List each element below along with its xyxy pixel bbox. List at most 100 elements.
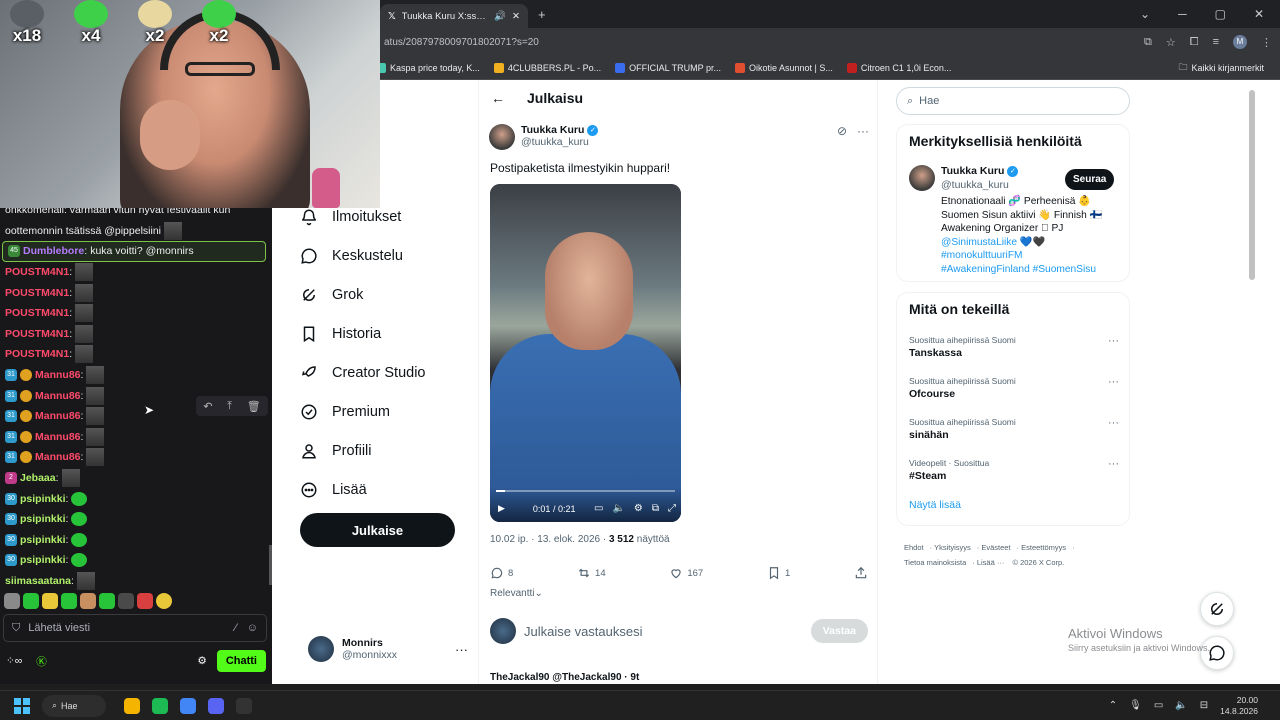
emote-icon[interactable]	[156, 593, 172, 609]
chat-line-highlighted[interactable]: 45 Dumblebore: kuka voitti? @monnirs	[2, 241, 266, 262]
footer-link[interactable]: Ehdot	[904, 543, 924, 552]
settings-icon[interactable]: ⚙	[634, 503, 643, 514]
points-icon[interactable]: ⁘∞	[6, 655, 22, 667]
rel-name-row[interactable]: Tuukka Kuru ✓	[941, 165, 1019, 177]
chat-username[interactable]: psipinkki	[20, 534, 66, 546]
chat-username[interactable]: POUSTM4N1	[5, 307, 69, 319]
more-dots-icon[interactable]: ···	[1108, 335, 1119, 347]
fullscreen-icon[interactable]: ⤢	[668, 503, 676, 514]
nav-item-creator-studio[interactable]: Creator Studio	[300, 364, 426, 382]
taskbar-app-icon[interactable]	[180, 697, 196, 714]
chat-username[interactable]: Mannu86	[35, 431, 81, 443]
chat-input[interactable]: ⛉ Lähetä viesti ⁄ ☺	[3, 614, 267, 642]
emote-icon[interactable]	[80, 593, 96, 609]
chat-line[interactable]: 30 psipinkki:	[0, 509, 272, 530]
address-bar[interactable]: atus/2087978009701802071?s=20	[280, 37, 1144, 48]
avatar[interactable]	[489, 124, 515, 150]
footer-link[interactable]: Evästeet	[981, 543, 1010, 552]
emote-icon[interactable]	[118, 593, 134, 609]
emoji-icon[interactable]: ☺	[247, 622, 258, 634]
settings-gear-icon[interactable]: ⚙	[197, 655, 206, 667]
chat-username[interactable]: psipinkki	[20, 554, 66, 566]
emote-icon[interactable]	[61, 593, 77, 609]
emote-icon[interactable]	[137, 593, 153, 609]
bookmark-4[interactable]: Citroen C1 1,0i Econ...	[846, 62, 951, 73]
volume-icon[interactable]: 🔈	[612, 503, 624, 514]
nav-item-premium[interactable]: Premium	[300, 403, 390, 421]
reply-button[interactable]: Vastaa	[810, 619, 868, 643]
footer-link[interactable]: Lisää ···	[977, 558, 1005, 567]
minimize-icon[interactable]: ─	[1178, 7, 1187, 21]
post-time[interactable]: 10.02 ip. · 13. elok. 2026 ·	[490, 534, 609, 545]
chat-username[interactable]: Mannu86	[35, 451, 81, 463]
footer-link[interactable]: Yksityisyys	[934, 543, 971, 552]
emote-icon[interactable]	[42, 593, 58, 609]
more-dots-icon[interactable]: ···	[1108, 376, 1119, 388]
grok-icon[interactable]: ⊘	[837, 124, 847, 138]
more-dots-icon[interactable]: ···	[1108, 458, 1119, 470]
reply-input[interactable]: Julkaise vastauksesi	[524, 624, 643, 639]
account-switcher[interactable]: Monnirs @monnixxx ···	[308, 636, 468, 662]
maximize-icon[interactable]: ▢	[1215, 7, 1226, 21]
profile-avatar[interactable]: M	[1233, 35, 1247, 49]
chat-scrollbar[interactable]	[269, 545, 272, 585]
chevron-up-icon[interactable]: ⌃	[1109, 700, 1117, 711]
bookmark-0[interactable]: Kaspa price today, K...	[376, 62, 480, 73]
windows-start-icon[interactable]	[14, 697, 30, 714]
chat-line[interactable]: 31 Mannu86:	[0, 427, 272, 448]
trend-item[interactable]: Videopelit · Suosittua #Steam ···	[909, 458, 1119, 482]
share-action[interactable]	[854, 566, 868, 580]
all-bookmarks[interactable]: 🗀 Kaikki kirjanmerkit	[1178, 60, 1280, 76]
close-tab-icon[interactable]: ✕	[512, 11, 520, 22]
chat-line[interactable]: 2 Jebaaa:	[0, 468, 272, 489]
nav-item-chat[interactable]: Keskustelu	[300, 247, 403, 265]
undo-icon[interactable]: ↶	[203, 400, 212, 413]
trend-item[interactable]: Suosittua aihepiirissä Suomi Ofcourse ···	[909, 376, 1119, 400]
media-icon[interactable]: ≡	[1213, 36, 1219, 48]
chat-line[interactable]: POUSTM4N1:	[0, 344, 272, 365]
footer-link[interactable]: Tietoa mainoksista	[904, 558, 966, 567]
chat-username[interactable]: POUSTM4N1	[5, 328, 69, 340]
chat-username[interactable]: siimasaatana	[5, 575, 71, 587]
post-button[interactable]: Julkaise	[300, 513, 455, 547]
chat-line[interactable]: 30 psipinkki:	[0, 550, 272, 571]
network-icon[interactable]: ⊟	[1200, 700, 1208, 711]
bio-link[interactable]: #monokulttuuriFM	[941, 249, 1121, 263]
taskbar-clock[interactable]: 20.00 14.8.2026	[1220, 695, 1258, 717]
taskbar-app-icon[interactable]	[236, 697, 252, 714]
avatar[interactable]	[909, 165, 935, 191]
trend-item[interactable]: Suosittua aihepiirissä Suomi Tanskassa ···	[909, 335, 1119, 359]
kick-logo-icon[interactable]: Ⓚ	[36, 654, 47, 669]
taskbar-app-icon[interactable]	[208, 697, 224, 714]
chat-line[interactable]: 31 Mannu86:	[0, 447, 272, 468]
footer-link[interactable]: Esteettömyys	[1021, 543, 1066, 552]
sort-replies[interactable]: Relevantti⌄	[490, 588, 543, 599]
install-app-icon[interactable]: ⧉	[1144, 36, 1152, 49]
star-icon[interactable]: ☆	[1166, 36, 1176, 49]
show-more-link[interactable]: Näytä lisää	[909, 499, 961, 511]
pin-icon[interactable]: ⤒	[227, 400, 232, 413]
trash-icon[interactable]: 🗑	[247, 400, 261, 413]
bio-link[interactable]: @SinimustaLiike	[941, 237, 1017, 248]
more-dots-icon[interactable]: ···	[1108, 417, 1119, 429]
chat-username[interactable]: POUSTM4N1	[5, 348, 69, 360]
nav-item-profile[interactable]: Profiili	[300, 442, 371, 460]
bookmark-2[interactable]: OFFICIAL TRUMP pr...	[615, 62, 721, 73]
command-icon[interactable]: ⁄	[235, 622, 237, 634]
extensions-icon[interactable]: ⧠	[1190, 36, 1199, 49]
author-handle[interactable]: @tuukka_kuru	[521, 136, 598, 148]
video-progress[interactable]	[496, 490, 675, 492]
volume-icon[interactable]: 🔈	[1175, 700, 1187, 711]
chat-username[interactable]: POUSTM4N1	[5, 287, 69, 299]
search-input[interactable]: ⌕ Hae	[896, 87, 1130, 115]
browser-tab[interactable]: 𝕏 Tuukka Kuru X:ssä: "Postipa 🔊 ✕	[380, 4, 528, 28]
chat-line[interactable]: POUSTM4N1:	[0, 303, 272, 324]
nav-item-more[interactable]: Lisää	[300, 481, 367, 499]
bookmark-1[interactable]: 4CLUBBERS.PL - Po...	[493, 62, 601, 73]
reply-action[interactable]: 8	[490, 566, 513, 580]
taskbar-app-icon[interactable]	[124, 697, 140, 714]
menu-dots-icon[interactable]: ⋮	[1261, 36, 1272, 49]
bio-link[interactable]: #AwakeningFinland #SuomenSisu	[941, 263, 1121, 277]
video-player[interactable]: ▶ 0:01 / 0:21 ▭ 🔈 ⚙ ⧉ ⤢	[490, 184, 681, 522]
microphone-icon[interactable]: 🎙	[1129, 700, 1142, 711]
